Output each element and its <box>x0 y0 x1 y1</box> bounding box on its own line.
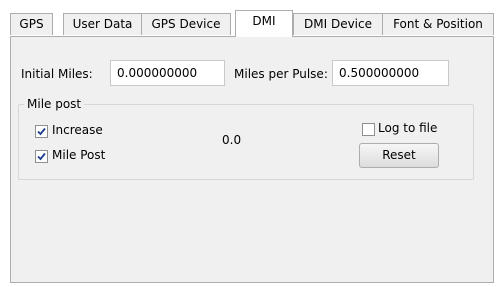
mile-post-label: Mile Post <box>52 148 106 162</box>
mile-post-value: 0.0 <box>222 133 242 147</box>
tab-gps[interactable]: GPS <box>10 13 53 35</box>
tab-dmi-device[interactable]: DMI Device <box>293 13 383 35</box>
initial-miles-input[interactable]: 0.000000000 <box>110 60 225 86</box>
tab-user-data[interactable]: User Data <box>63 13 142 35</box>
tab-font-position[interactable]: Font & Position <box>382 13 494 35</box>
tab-strip: GPS User Data GPS Device DMI DMI Device … <box>10 0 494 37</box>
increase-checkbox[interactable] <box>35 125 48 138</box>
mile-post-group <box>18 104 474 180</box>
check-icon <box>37 152 46 161</box>
tab-gps-device[interactable]: GPS Device <box>141 13 231 35</box>
mile-post-group-title: Mile post <box>24 97 85 111</box>
reset-button[interactable]: Reset <box>359 143 439 168</box>
miles-per-pulse-label: Miles per Pulse: <box>234 67 328 81</box>
miles-per-pulse-input[interactable]: 0.500000000 <box>332 60 449 86</box>
log-to-file-checkbox[interactable] <box>362 123 375 136</box>
tab-dmi[interactable]: DMI <box>235 10 293 37</box>
increase-label: Increase <box>52 123 103 137</box>
initial-miles-label: Initial Miles: <box>21 67 93 81</box>
dmi-tab-panel: Initial Miles: 0.000000000 Miles per Pul… <box>10 36 494 283</box>
log-to-file-label: Log to file <box>378 121 438 135</box>
check-icon <box>37 127 46 136</box>
mile-post-checkbox[interactable] <box>35 150 48 163</box>
